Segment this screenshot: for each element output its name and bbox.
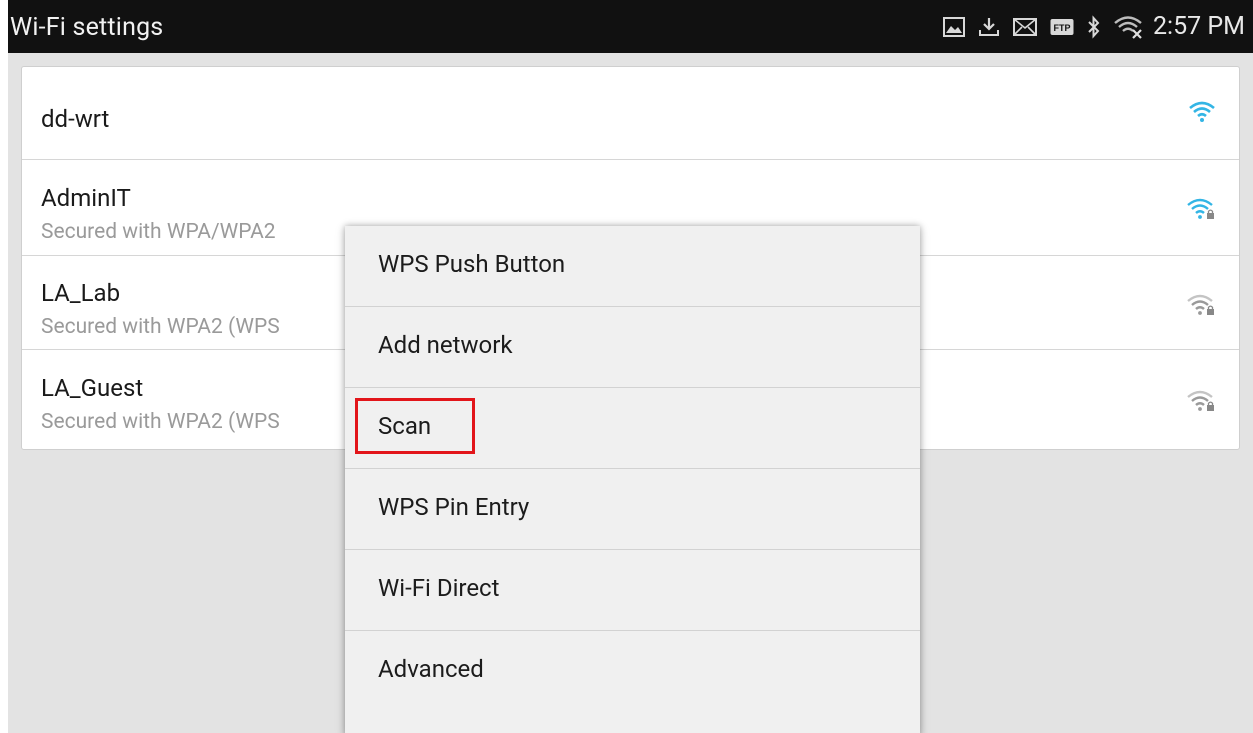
network-name: dd-wrt <box>41 105 110 133</box>
menu-item-add-network[interactable]: Add network <box>345 307 920 388</box>
menu-item-wps-push-button[interactable]: WPS Push Button <box>345 226 920 307</box>
wifi-off-icon <box>1114 15 1144 39</box>
menu-item-wps-pin-entry[interactable]: WPS Pin Entry <box>345 469 920 550</box>
overflow-menu: WPS Push Button Add network Scan WPS Pin… <box>345 226 920 733</box>
status-bar: Wi-Fi settings FTP 2:57 PM <box>8 0 1253 53</box>
menu-item-label: Scan <box>378 412 432 440</box>
network-name: LA_Lab <box>41 279 121 307</box>
svg-text:FTP: FTP <box>1053 23 1070 33</box>
wifi-signal-icon <box>1189 101 1215 127</box>
menu-item-advanced[interactable]: Advanced <box>345 631 920 712</box>
wifi-secured-icon <box>1187 198 1215 224</box>
wifi-secured-icon <box>1187 390 1215 416</box>
download-icon <box>978 16 1000 38</box>
network-security: Secured with WPA/WPA2 <box>41 220 276 244</box>
network-security: Secured with WPA2 (WPS <box>41 410 280 434</box>
page-title: Wi-Fi settings <box>10 13 164 42</box>
wifi-secured-icon <box>1187 294 1215 320</box>
gallery-icon <box>942 16 965 37</box>
network-name: LA_Guest <box>41 374 144 402</box>
status-icons: FTP 2:57 PM <box>942 0 1245 53</box>
menu-item-label: WPS Push Button <box>378 250 566 278</box>
network-item[interactable]: dd-wrt <box>22 67 1239 160</box>
menu-item-scan[interactable]: Scan <box>345 388 920 469</box>
menu-item-label: WPS Pin Entry <box>378 493 530 521</box>
android-screen: Wi-Fi settings FTP 2:57 PM dd-wrt AdminI… <box>8 0 1253 733</box>
menu-item-wifi-direct[interactable]: Wi-Fi Direct <box>345 550 920 631</box>
bluetooth-icon <box>1087 14 1101 39</box>
mail-icon <box>1012 17 1037 36</box>
menu-item-label: Add network <box>378 331 513 359</box>
menu-item-label: Wi-Fi Direct <box>378 574 500 602</box>
network-name: AdminIT <box>41 184 131 212</box>
menu-item-label: Advanced <box>378 655 484 683</box>
network-security: Secured with WPA2 (WPS <box>41 315 280 339</box>
clock: 2:57 PM <box>1152 12 1245 41</box>
ftp-icon: FTP <box>1050 18 1074 36</box>
